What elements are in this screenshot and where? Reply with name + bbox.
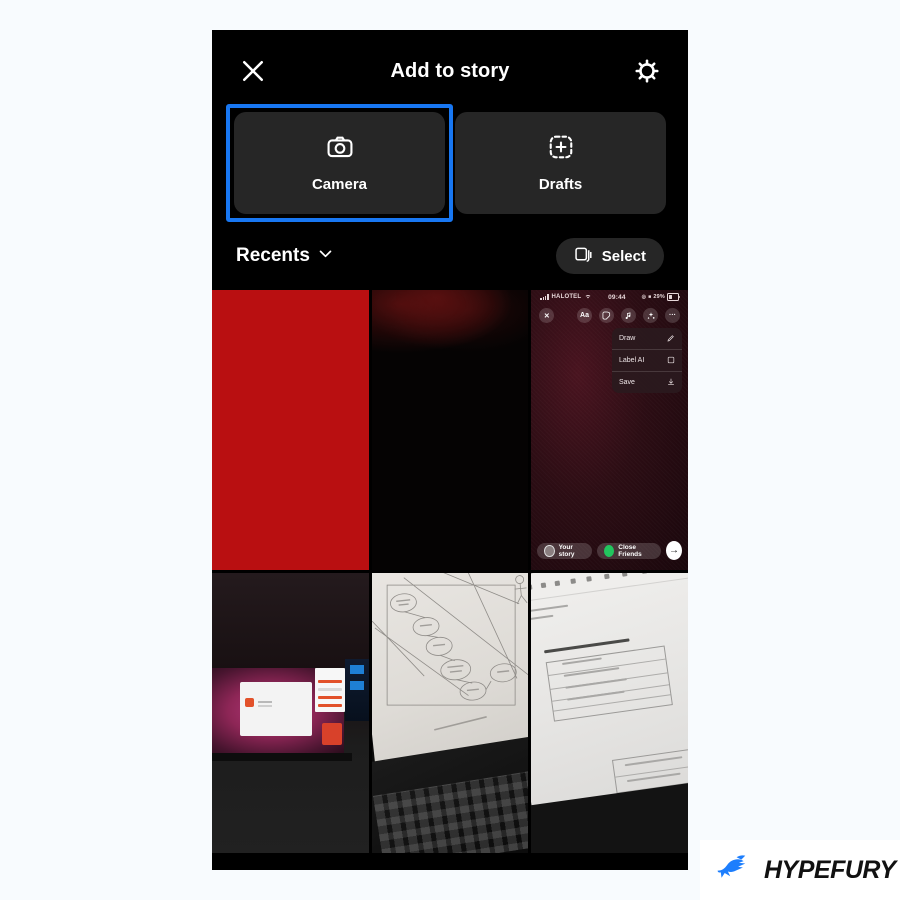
effects-icon[interactable] [643, 308, 658, 323]
thumbnail-story-editor[interactable]: HALOTEL 09:44 ◎ ■ 29% ✕ Aa ··· Draw Labe… [531, 290, 688, 570]
hypefury-bird-icon [716, 854, 754, 886]
select-button[interactable]: Select [555, 238, 664, 274]
battery-icon [666, 293, 680, 301]
camera-card[interactable]: Camera [234, 112, 445, 214]
battery-percent: 29% [653, 294, 665, 300]
thumbnail-document-photo[interactable] [531, 573, 688, 853]
phone-screen: Add to story Camera Drafts Recents Selec… [212, 30, 688, 870]
thumbnail-monitor-photo[interactable] [212, 573, 369, 853]
thumbnail-paper-diagram[interactable] [371, 573, 529, 853]
multi-select-icon [574, 245, 593, 268]
monitor-window [240, 682, 312, 736]
story-status-bar: HALOTEL 09:44 ◎ ■ 29% [531, 293, 688, 301]
more-options-icon[interactable]: ··· [665, 308, 680, 323]
menu-item-label-ai[interactable]: Label AI [612, 350, 682, 372]
sticker-icon[interactable] [599, 308, 614, 323]
your-story-label: Your story [558, 543, 575, 558]
your-story-button[interactable]: Your story [537, 542, 592, 559]
close-friends-icon [603, 544, 615, 557]
screenshot-root: Add to story Camera Drafts Recents Selec… [0, 0, 900, 900]
monitor-secondary-screen [345, 659, 369, 721]
arrow-right-icon[interactable]: → [665, 541, 682, 560]
header-bar: Add to story [212, 30, 688, 112]
story-bottom-bar: Your story Close Friends → [537, 541, 682, 560]
alarm-icon: ■ [648, 294, 652, 300]
gear-icon[interactable] [632, 56, 662, 86]
story-close-icon[interactable]: ✕ [539, 308, 555, 323]
watermark-brand: HYPEFURY [764, 855, 896, 884]
chevron-down-icon [317, 245, 334, 268]
story-toolbar: ✕ Aa ··· [531, 308, 688, 323]
monitor-red-accent [322, 723, 342, 745]
camera-card-wrapper: Camera [226, 104, 453, 222]
wifi-icon [584, 293, 592, 301]
drafts-card[interactable]: Drafts [455, 112, 666, 214]
close-icon[interactable] [238, 56, 268, 86]
drafts-card-label: Drafts [538, 176, 583, 193]
dashed-square-plus-icon [547, 133, 575, 166]
drafts-card-wrapper: Drafts [455, 112, 666, 214]
monitor-base [212, 753, 352, 761]
camera-card-label: Camera [311, 176, 368, 193]
pen-icon [667, 334, 675, 344]
thumbnail-solid-red[interactable] [212, 290, 369, 570]
close-friends-button[interactable]: Close Friends [596, 542, 661, 559]
document-text-line [531, 604, 569, 613]
menu-item-save-label: Save [619, 379, 635, 386]
menu-item-draw[interactable]: Draw [612, 328, 682, 350]
story-context-menu: Draw Label AI Save [612, 328, 682, 393]
status-right-cluster: ◎ ■ 29% [641, 293, 680, 301]
select-button-label: Select [601, 247, 646, 265]
document-text-line [531, 614, 554, 621]
carrier-label: HALOTEL [551, 294, 582, 300]
download-icon [667, 378, 675, 388]
album-label: Recents [236, 245, 310, 266]
source-cards: Camera Drafts [212, 104, 688, 222]
menu-item-label-ai-label: Label AI [619, 357, 645, 364]
avatar [544, 544, 555, 557]
document-toolbar [531, 573, 688, 605]
location-icon: ◎ [641, 294, 647, 300]
music-icon[interactable] [621, 308, 636, 323]
page-title: Add to story [390, 59, 510, 82]
signal-bars-icon [540, 294, 549, 300]
menu-item-draw-label: Draw [619, 335, 636, 342]
album-selector[interactable]: Recents [236, 245, 334, 268]
camera-icon [326, 133, 354, 166]
document-table [546, 645, 674, 722]
story-text-icon[interactable]: Aa [577, 308, 592, 323]
watermark: HYPEFURY [700, 840, 900, 900]
monitor-side-panel [315, 668, 345, 712]
close-friends-label: Close Friends [618, 543, 642, 558]
menu-item-save[interactable]: Save [612, 372, 682, 393]
label-icon [667, 356, 675, 366]
thumbnail-dark[interactable] [371, 290, 529, 570]
thumbnail-grid: HALOTEL 09:44 ◎ ■ 29% ✕ Aa ··· Draw Labe… [212, 290, 688, 853]
gallery-bar: Recents Select [212, 214, 688, 290]
status-time: 09:44 [608, 293, 626, 301]
